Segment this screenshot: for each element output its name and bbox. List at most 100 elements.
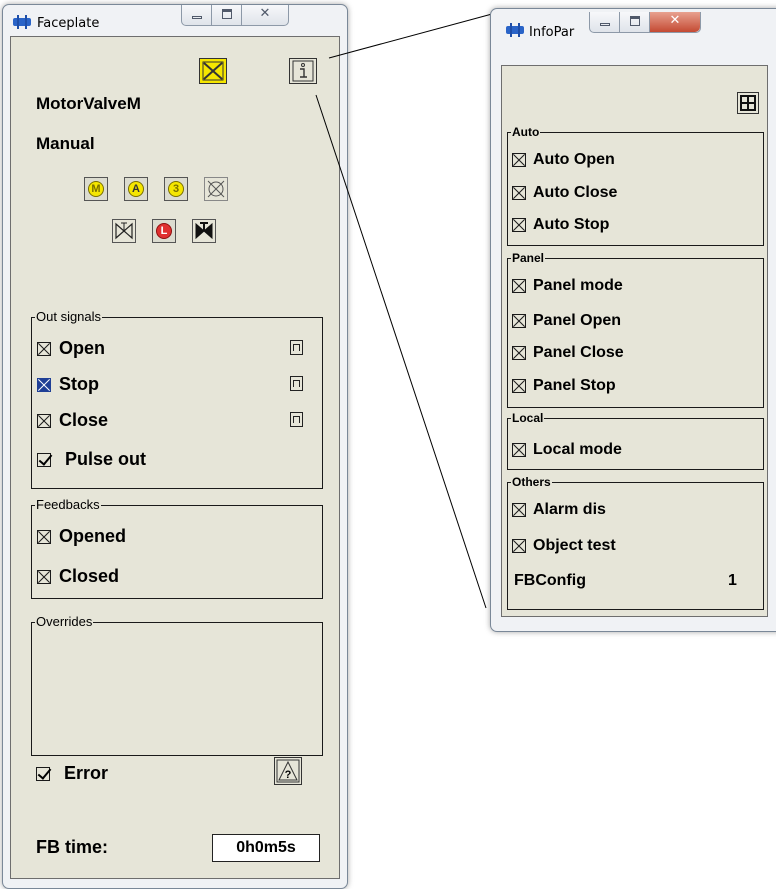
pulse-out-label: Pulse out — [65, 449, 147, 469]
fbconfig-label: FBConfig — [514, 572, 586, 589]
manual-mode-icon: M — [88, 181, 104, 197]
disabled-icon — [207, 180, 225, 198]
feedbacks-group: Feedbacks Opened Closed — [31, 497, 323, 599]
grid-button[interactable] — [737, 92, 759, 114]
infopar-titlebar[interactable]: InfoPar ✕ — [491, 9, 776, 41]
manual-mode-button[interactable]: M — [84, 177, 108, 201]
info-label: Local mode — [533, 441, 622, 458]
info-row: Panel Open — [512, 312, 621, 330]
minimize-button[interactable] — [590, 12, 620, 32]
info-indicator — [512, 279, 526, 293]
pulse-icon[interactable] — [290, 340, 303, 355]
out-signal-stop-label: Stop — [59, 374, 99, 394]
mode-text: Manual — [36, 134, 95, 153]
local-group-label: Local — [511, 410, 545, 426]
svg-text:?: ? — [285, 769, 292, 781]
info-label: Panel Stop — [533, 377, 616, 394]
info-label: Auto Open — [533, 151, 615, 168]
pulse-out-row[interactable]: Pulse out — [37, 449, 146, 470]
fb-time-label: FB time: — [36, 837, 108, 857]
disabled-button[interactable] — [204, 177, 228, 201]
info-label: Panel Close — [533, 344, 624, 361]
auto-group: Auto Auto Open Auto Close Auto Stop — [507, 124, 764, 246]
minimize-button[interactable] — [182, 5, 212, 25]
feedback-opened-row: Opened — [37, 526, 126, 547]
error-label: Error — [64, 763, 109, 783]
info-indicator — [512, 186, 526, 200]
close-button[interactable]: ✕ — [242, 5, 288, 25]
info-indicator — [512, 218, 526, 232]
app-icon — [506, 23, 524, 37]
faceplate-caption-buttons: ✕ — [181, 5, 289, 26]
others-group-label: Others — [511, 474, 552, 490]
help-icon: ? — [276, 759, 300, 783]
out-signal-close-row: Close — [37, 410, 108, 431]
infopar-caption-buttons: ✕ — [589, 12, 701, 33]
valve-open-icon — [115, 222, 133, 240]
local-icon: L — [156, 223, 172, 239]
faceplate-title: Faceplate — [37, 16, 100, 31]
grid-icon — [740, 95, 756, 111]
maximize-button[interactable] — [212, 5, 242, 25]
error-checkbox[interactable] — [36, 766, 50, 781]
info-icon — [292, 60, 314, 82]
maximize-button[interactable] — [620, 12, 650, 32]
feedback-closed-label: Closed — [59, 566, 120, 586]
overrides-label: Overrides — [35, 614, 94, 630]
out-signals-label: Out signals — [35, 309, 103, 325]
info-row: Auto Close — [512, 184, 617, 202]
panel-group-label: Panel — [511, 250, 546, 266]
acknowledge-button[interactable] — [199, 58, 227, 84]
info-indicator — [512, 503, 526, 517]
valve-open-button[interactable] — [112, 219, 136, 243]
info-row: Auto Open — [512, 151, 615, 169]
pulse-icon[interactable] — [290, 412, 303, 427]
out-signal-close-label: Close — [59, 410, 109, 430]
pulse-icon[interactable] — [290, 376, 303, 391]
local-button[interactable]: L — [152, 219, 176, 243]
pulse-out-checkbox[interactable] — [37, 452, 51, 467]
overrides-group: Overrides — [31, 614, 323, 756]
infopar-client: Auto Auto Open Auto Close Auto Stop Pane… — [501, 65, 768, 617]
info-label: Panel Open — [533, 312, 622, 329]
out-signal-open-indicator — [37, 341, 51, 356]
out-signal-open-row: Open — [37, 338, 105, 359]
info-button[interactable] — [289, 58, 317, 84]
info-row: Panel Stop — [512, 377, 616, 395]
auto-mode-button[interactable]: A — [124, 177, 148, 201]
info-indicator — [512, 346, 526, 360]
info-indicator — [512, 539, 526, 553]
info-row: Object test — [512, 537, 616, 555]
infopar-window: InfoPar ✕ Auto Auto Open Auto Close Auto… — [490, 8, 776, 632]
faceplate-window: Faceplate ✕ MotorValveM Manual M A 3 L O… — [2, 4, 348, 889]
close-button[interactable]: ✕ — [650, 12, 700, 32]
info-label: Auto Close — [533, 184, 618, 201]
error-row[interactable]: Error — [36, 763, 108, 784]
auto-group-label: Auto — [511, 124, 541, 140]
object-name: MotorValveM — [36, 94, 141, 113]
fb-time-field[interactable]: 0h0m5s — [212, 834, 320, 862]
info-label: Auto Stop — [533, 216, 610, 233]
out-signals-group: Out signals Open Stop Close Pulse out — [31, 309, 323, 489]
app-icon — [13, 15, 31, 29]
info-indicator — [512, 379, 526, 393]
feedback-opened-indicator — [37, 529, 51, 544]
help-button[interactable]: ? — [274, 757, 302, 785]
valve-close-icon — [195, 222, 213, 240]
mode-3-icon: 3 — [168, 181, 184, 197]
mode-3-button[interactable]: 3 — [164, 177, 188, 201]
panel-group: Panel Panel mode Panel Open Panel Close … — [507, 250, 764, 408]
faceplate-titlebar[interactable]: Faceplate ✕ — [3, 5, 347, 37]
info-row: Auto Stop — [512, 216, 609, 234]
valve-close-button[interactable] — [192, 219, 216, 243]
acknowledge-icon — [202, 61, 224, 81]
info-indicator — [512, 314, 526, 328]
local-group: Local Local mode — [507, 410, 764, 470]
info-indicator — [512, 443, 526, 457]
feedback-closed-indicator — [37, 569, 51, 584]
feedback-opened-label: Opened — [59, 526, 127, 546]
feedback-closed-row: Closed — [37, 566, 119, 587]
info-row: Alarm dis — [512, 501, 606, 519]
out-signal-close-indicator — [37, 413, 51, 428]
out-signal-open-label: Open — [59, 338, 106, 358]
